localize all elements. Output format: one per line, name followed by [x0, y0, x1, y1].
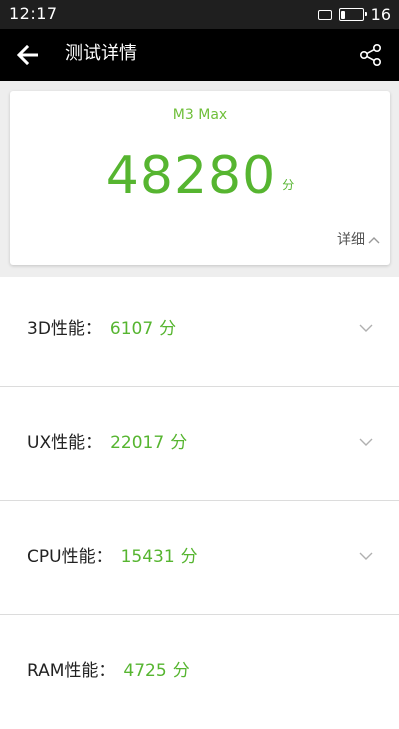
category-unit: 分: [180, 547, 198, 567]
page-title: 测试详情: [65, 43, 137, 64]
category-list: 3D性能： 6107 分 UX性能： 22017 分 CPU性能： 15431 分 RAM性…: [0, 273, 399, 729]
category-text: 3D性能： 6107 分: [27, 318, 176, 340]
category-score: 4725: [123, 661, 167, 681]
status-time: 12:17: [9, 4, 58, 23]
status-bar: 12:17 16: [0, 0, 399, 29]
battery-icon: [338, 8, 367, 21]
battery-fill: [341, 10, 345, 19]
category-label: UX性能：: [27, 433, 103, 453]
app-header: 测试详情: [0, 29, 399, 81]
battery-level-text: 16: [370, 4, 391, 24]
category-score: 6107: [109, 319, 154, 339]
category-text: RAM性能： 4725 分: [27, 660, 190, 682]
detail-toggle-button[interactable]: 详细: [337, 231, 380, 249]
category-row-cpu[interactable]: CPU性能： 15431 分: [0, 501, 399, 615]
category-label: RAM性能：: [27, 661, 116, 681]
category-label: 3D性能：: [27, 319, 102, 339]
screen-icon: [317, 9, 332, 20]
chevron-down-icon: [359, 323, 373, 333]
arrow-left-icon: [17, 45, 38, 65]
total-score-unit: 分: [282, 178, 295, 192]
total-score-row: 48280 分: [10, 143, 390, 209]
category-text: CPU性能： 15431 分: [27, 546, 198, 568]
status-right: 16: [317, 0, 391, 29]
back-button[interactable]: [12, 39, 44, 71]
category-score: 22017: [110, 433, 165, 453]
score-card: M3 Max 48280 分 详细: [10, 91, 390, 265]
share-button[interactable]: [357, 41, 385, 69]
category-row-ux[interactable]: UX性能： 22017 分: [0, 387, 399, 501]
category-text: UX性能： 22017 分: [27, 432, 187, 454]
detail-label: 详细: [337, 232, 365, 248]
chevron-down-icon: [359, 437, 373, 447]
category-unit: 分: [172, 661, 190, 681]
category-unit: 分: [170, 433, 188, 453]
category-label: CPU性能：: [27, 547, 113, 567]
category-row-3d[interactable]: 3D性能： 6107 分: [0, 273, 399, 387]
chevron-down-icon: [359, 551, 373, 561]
chevron-up-icon: [368, 236, 380, 244]
total-score: 48280: [105, 146, 277, 206]
category-unit: 分: [159, 319, 177, 339]
device-name: M3 Max: [172, 107, 228, 123]
category-score: 15431: [120, 547, 175, 567]
share-icon: [359, 43, 382, 67]
category-row-ram[interactable]: RAM性能： 4725 分: [0, 615, 399, 729]
